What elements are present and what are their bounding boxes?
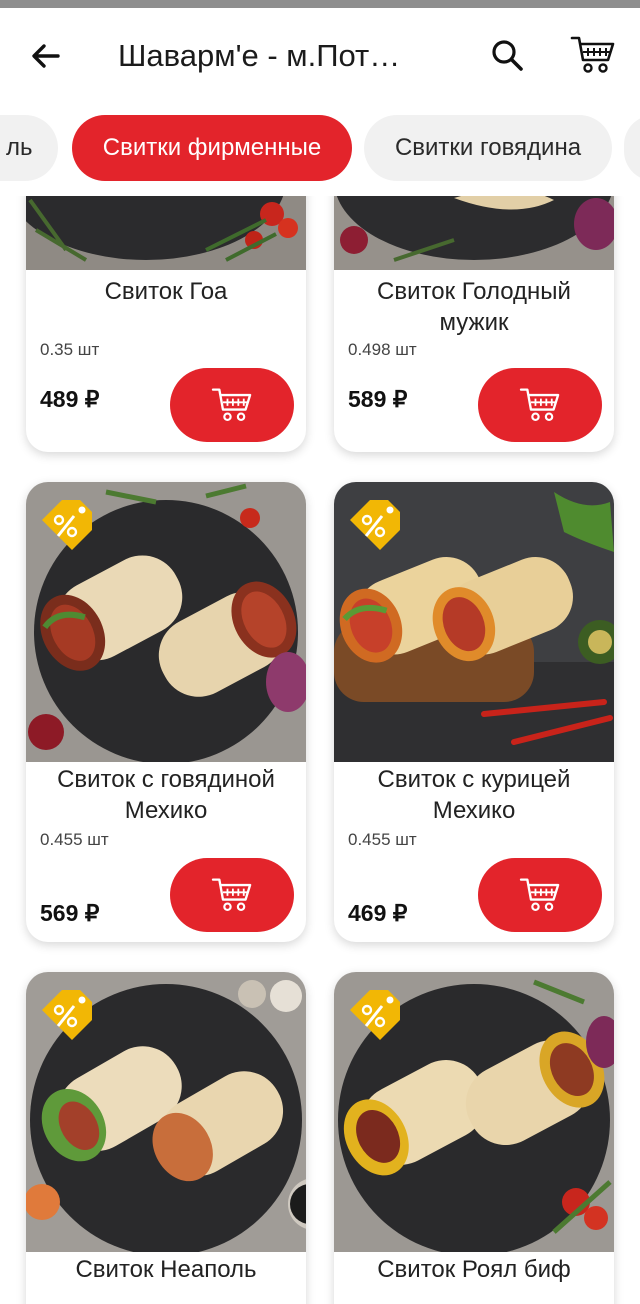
product-price: 469 ₽: [348, 900, 408, 926]
header: Шаварм'е - м.Пот…: [0, 8, 640, 100]
product-name: Свиток с говядиной Мехико: [57, 766, 275, 824]
add-to-cart-button[interactable]: [170, 368, 294, 442]
product-card[interactable]: Свиток Роял биф: [334, 972, 614, 1304]
cart-icon: [211, 388, 252, 422]
product-name: Свиток Гоа: [104, 278, 228, 305]
product-weight: 0.498 шт: [348, 340, 417, 359]
cart-icon: [519, 878, 560, 912]
tab-svitki-firmennye[interactable]: Свитки фирменные: [72, 115, 352, 181]
product-card[interactable]: Свиток с говядиной Мехико 0.455 шт 569 ₽: [26, 482, 306, 942]
product-name: Свиток с курицей Мехико: [377, 766, 571, 824]
add-to-cart-button[interactable]: [478, 368, 602, 442]
product-name: Свиток Голодный мужик: [377, 278, 571, 336]
product-card[interactable]: Свиток Гоа 0.35 шт 489 ₽: [26, 196, 306, 452]
product-price: 589 ₽: [348, 386, 408, 412]
add-to-cart-button[interactable]: [170, 858, 294, 932]
product-grid: Свиток Гоа 0.35 шт 489 ₽ Свиток Голодный…: [0, 196, 640, 1304]
product-card[interactable]: Свиток Неаполь: [26, 972, 306, 1304]
product-weight: 0.455 шт: [348, 830, 417, 849]
product-photo: [26, 196, 306, 270]
cart-icon: [519, 388, 560, 422]
percent-tag-icon: [350, 990, 400, 1040]
product-price: 569 ₽: [40, 900, 100, 926]
search-icon[interactable]: [490, 38, 526, 74]
add-to-cart-button[interactable]: [478, 858, 602, 932]
product-name: Свиток Неаполь: [75, 1256, 257, 1283]
tab-category-0[interactable]: ль: [0, 115, 58, 181]
percent-tag-icon: [42, 500, 92, 550]
cart-icon: [211, 878, 252, 912]
category-tabs: ль Свитки фирменные Свитки говядина: [0, 100, 640, 196]
status-bar: [0, 0, 640, 8]
tab-svitki-govyadina[interactable]: Свитки говядина: [364, 115, 612, 181]
tab-category-3[interactable]: [624, 115, 640, 181]
product-photo: [334, 196, 614, 270]
product-card[interactable]: Свиток с курицей Мехико 0.455 шт 469 ₽: [334, 482, 614, 942]
product-price: 489 ₽: [40, 386, 100, 412]
product-weight: 0.35 шт: [40, 340, 100, 359]
cart-icon[interactable]: [570, 34, 616, 76]
product-card[interactable]: Свиток Голодный мужик 0.498 шт 589 ₽: [334, 196, 614, 452]
product-name: Свиток Роял биф: [377, 1256, 571, 1283]
arrow-left-icon[interactable]: [28, 38, 64, 74]
percent-tag-icon: [350, 500, 400, 550]
product-weight: 0.455 шт: [40, 830, 109, 849]
page-title: Шаварм'е - м.Пот…: [118, 38, 401, 73]
percent-tag-icon: [42, 990, 92, 1040]
